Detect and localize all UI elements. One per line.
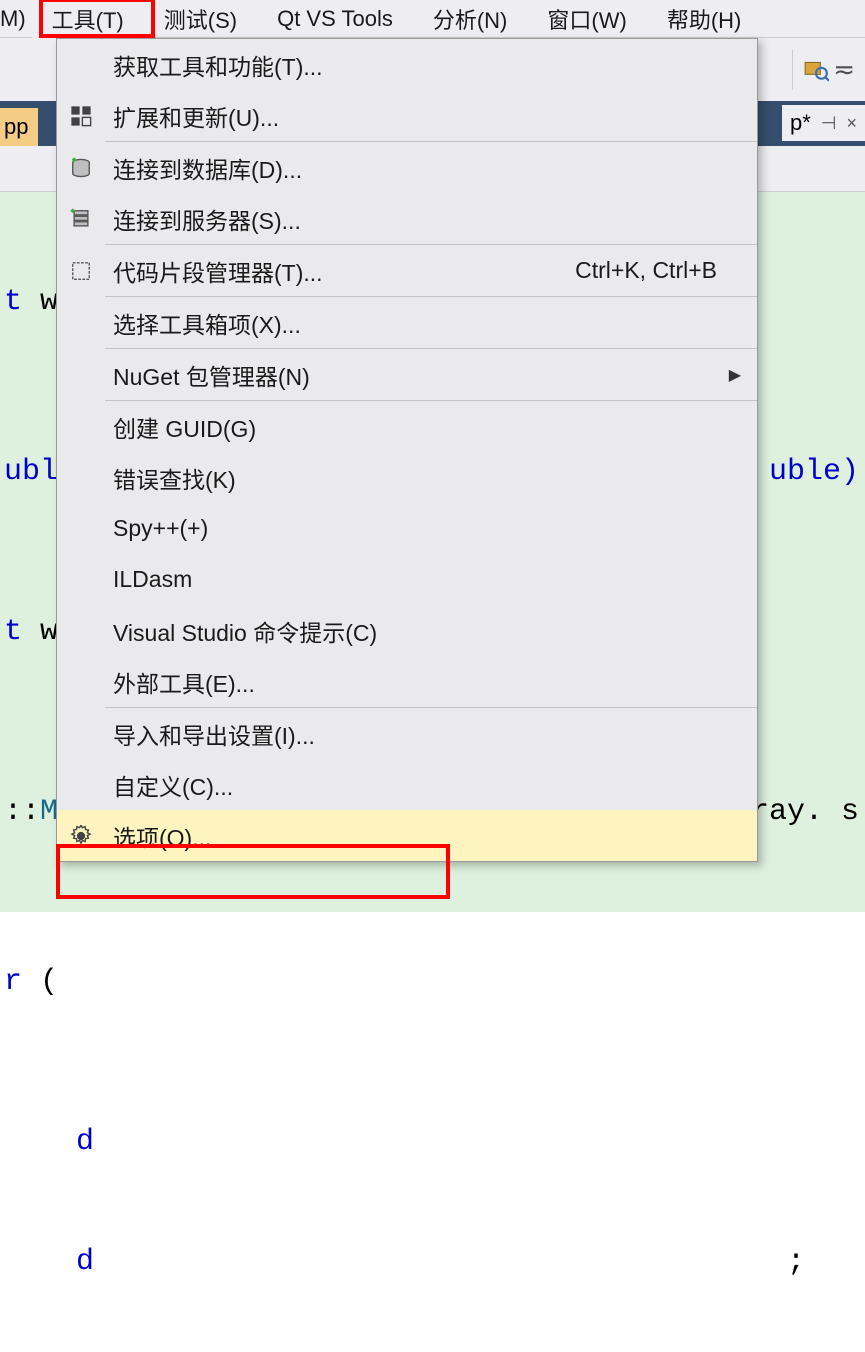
close-icon[interactable]: ×: [846, 113, 857, 134]
code-text: (: [40, 965, 58, 999]
snippet-icon: [57, 260, 105, 282]
menu-item-label: 代码片段管理器(T)...: [105, 254, 575, 288]
menu-item-get-tools-and-features[interactable]: 获取工具和功能(T)...: [57, 39, 757, 90]
menu-item-label: Visual Studio 命令提示(C): [105, 614, 757, 648]
menu-item-label: 连接到数据库(D)...: [105, 151, 757, 185]
extensions-icon: [57, 105, 105, 127]
gear-icon: [57, 825, 105, 847]
menu-item-import-export-settings[interactable]: 导入和导出设置(I)...: [57, 708, 757, 759]
code-text: t: [4, 615, 40, 649]
code-text: ubl: [4, 455, 58, 489]
menu-item-label: ILDasm: [105, 566, 757, 593]
menu-item-label: 连接到服务器(S)...: [105, 202, 757, 236]
menu-item-connect-to-database[interactable]: 连接到数据库(D)...: [57, 142, 757, 193]
pin-icon[interactable]: ⊣: [821, 113, 837, 134]
submenu-arrow-icon: ▶: [729, 365, 741, 385]
menu-item-vs-command-prompt[interactable]: Visual Studio 命令提示(C): [57, 605, 757, 656]
menu-item-spy-plus-plus[interactable]: Spy++(+): [57, 503, 757, 554]
menu-item-label: 错误查找(K): [105, 461, 757, 495]
menu-item-customize[interactable]: 自定义(C)...: [57, 759, 757, 810]
menu-item-nuget-package-manager[interactable]: NuGet 包管理器(N)▶: [57, 349, 757, 400]
search-icon[interactable]: [803, 57, 829, 83]
menu-item-qt-vs-tools[interactable]: Qt VS Tools: [257, 2, 413, 36]
menu-item-choose-toolbox-items[interactable]: 选择工具箱项(X)...: [57, 297, 757, 348]
toolbar-overflow-icon[interactable]: ≂: [833, 54, 855, 85]
menu-item-create-guid[interactable]: 创建 GUID(G): [57, 401, 757, 452]
database-icon: [57, 157, 105, 179]
menu-item-label: 获取工具和功能(T)...: [105, 48, 757, 82]
menu-item-partial[interactable]: M): [0, 2, 32, 36]
code-text: ray. s: [751, 795, 859, 829]
menu-item-label: 创建 GUID(G): [105, 410, 757, 444]
menu-item-label: 外部工具(E)...: [105, 665, 757, 699]
menu-item-label: 扩展和更新(U)...: [105, 99, 757, 133]
menu-item-help[interactable]: 帮助(H): [647, 0, 762, 39]
code-text: d: [76, 1125, 94, 1159]
menu-item-options[interactable]: 选项(O)...: [57, 810, 757, 861]
menu-item-connect-to-server[interactable]: 连接到服务器(S)...: [57, 193, 757, 244]
menu-item-extensions-and-updates[interactable]: 扩展和更新(U)...: [57, 90, 757, 141]
code-text: d: [76, 1245, 94, 1279]
menu-item-external-tools[interactable]: 外部工具(E)...: [57, 656, 757, 707]
menu-item-label: 导入和导出设置(I)...: [105, 717, 757, 751]
menu-item-shortcut: Ctrl+K, Ctrl+B: [575, 257, 757, 284]
code-text: r: [4, 965, 40, 999]
code-text: ::: [4, 795, 40, 829]
menu-bar: M) 工具(T) 测试(S) Qt VS Tools 分析(N) 窗口(W) 帮…: [0, 0, 865, 38]
menu-item-label: 选择工具箱项(X)...: [105, 306, 757, 340]
menu-item-label: Spy++(+): [105, 515, 757, 542]
code-text: uble): [769, 455, 859, 489]
code-text: [4, 1125, 76, 1159]
menu-item-window[interactable]: 窗口(W): [527, 0, 646, 39]
code-text: t: [4, 285, 40, 319]
menu-item-error-lookup[interactable]: 错误查找(K): [57, 452, 757, 503]
menu-item-label: 选项(O)...: [105, 819, 757, 853]
menu-item-label: 自定义(C)...: [105, 768, 757, 802]
code-text: [4, 1245, 76, 1279]
tab-label: p*: [790, 110, 811, 136]
document-tab-right-partial[interactable]: p* ⊣ ×: [782, 105, 865, 141]
menu-item-ildasm[interactable]: ILDasm: [57, 554, 757, 605]
server-icon: [57, 208, 105, 230]
menu-item-label: NuGet 包管理器(N): [105, 358, 757, 392]
code-text: ;: [787, 1232, 805, 1292]
toolbar-separator: [792, 50, 793, 90]
tools-dropdown-menu: 获取工具和功能(T)... 扩展和更新(U)... 连接到数据库(D)... 连接到服…: [56, 38, 758, 862]
menu-item-code-snippets-manager[interactable]: 代码片段管理器(T)...Ctrl+K, Ctrl+B: [57, 245, 757, 296]
document-tab-active-partial[interactable]: pp: [0, 108, 38, 146]
menu-item-test[interactable]: 测试(S): [144, 0, 257, 39]
menu-item-analyze[interactable]: 分析(N): [413, 0, 528, 39]
menu-item-tools[interactable]: 工具(T): [32, 0, 144, 39]
